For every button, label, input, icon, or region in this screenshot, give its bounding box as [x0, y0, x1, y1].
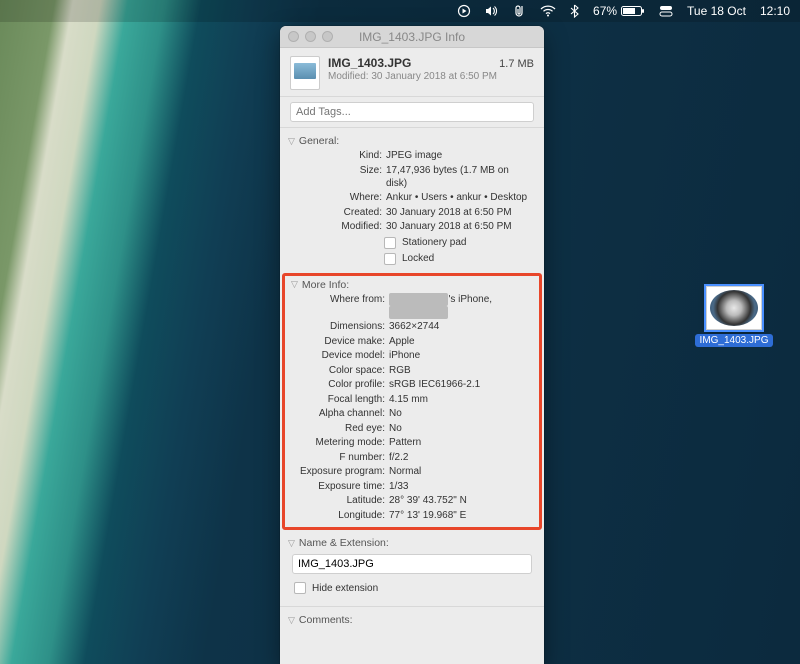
modified-value: 30 January 2018 at 6:50 PM [386, 220, 532, 233]
tags-row [280, 97, 544, 128]
disclosure-icon: ▽ [291, 279, 298, 290]
get-info-window: IMG_1403.JPG Info IMG_1403.JPG 1.7 MB Mo… [280, 26, 544, 664]
more-info-highlight: ▽ More Info: Where from:████ ████'s iPho… [282, 273, 542, 531]
focallength-value: 4.15 mm [389, 393, 529, 406]
section-name-ext: ▽ Name & Extension: Hide extension [280, 530, 544, 606]
name-ext-input[interactable] [292, 554, 532, 574]
wifi-icon[interactable] [540, 5, 556, 17]
stationery-checkbox[interactable] [384, 237, 396, 249]
locked-checkbox[interactable] [384, 253, 396, 265]
section-general: ▽ General: Kind:JPEG image Size:17,47,93… [280, 128, 544, 273]
header-size: 1.7 MB [499, 58, 534, 70]
playback-icon[interactable] [457, 4, 471, 18]
bluetooth-icon[interactable] [570, 4, 579, 18]
window-title: IMG_1403.JPG Info [359, 30, 465, 44]
metering-value: Pattern [389, 436, 529, 449]
battery-percentage: 67% [593, 4, 617, 18]
file-thumbnail [706, 286, 762, 330]
wherefrom-value: ████ ████'s iPhone,████ ████ [389, 293, 529, 319]
section-heading-comments[interactable]: ▽ Comments: [282, 611, 542, 628]
disclosure-icon: ▽ [288, 615, 295, 626]
paperclip-icon[interactable] [514, 4, 526, 18]
size-value: 17,47,936 bytes (1.7 MB on disk) [386, 164, 532, 190]
disclosure-icon: ▽ [288, 538, 295, 549]
menubar-date[interactable]: Tue 18 Oct [687, 4, 746, 18]
kind-value: JPEG image [386, 149, 532, 162]
hide-extension-checkbox[interactable] [294, 582, 306, 594]
file-name-label: IMG_1403.JPG [695, 334, 774, 347]
fnumber-value: f/2.2 [389, 451, 529, 464]
exposureprog-value: Normal [389, 465, 529, 478]
file-icon [290, 56, 320, 90]
titlebar[interactable]: IMG_1403.JPG Info [280, 26, 544, 48]
devicemodel-value: iPhone [389, 349, 529, 362]
longitude-value: 77° 13' 19.968" E [389, 509, 529, 522]
where-value: Ankur • Users • ankur • Desktop [386, 191, 532, 204]
section-heading-nameext[interactable]: ▽ Name & Extension: [282, 534, 542, 551]
disclosure-icon: ▽ [288, 136, 295, 147]
toggle-icon[interactable] [659, 5, 673, 17]
redeye-value: No [389, 422, 529, 435]
colorprofile-value: sRGB IEC61966-2.1 [389, 378, 529, 391]
devicemake-value: Apple [389, 335, 529, 348]
created-value: 30 January 2018 at 6:50 PM [386, 206, 532, 219]
section-comments: ▽ Comments: [280, 607, 544, 634]
menubar: 67% Tue 18 Oct 12:10 [0, 0, 800, 22]
exposuretime-value: 1/33 [389, 480, 529, 493]
desktop-file-item[interactable]: IMG_1403.JPG [702, 286, 766, 347]
colorspace-value: RGB [389, 364, 529, 377]
header-filename: IMG_1403.JPG [328, 56, 411, 70]
tags-input[interactable] [290, 102, 534, 122]
battery-status[interactable]: 67% [593, 4, 645, 18]
dimensions-value: 3662×2744 [389, 320, 529, 333]
header-modified: Modified: 30 January 2018 at 6:50 PM [328, 71, 534, 82]
section-heading-moreinfo[interactable]: ▽ More Info: [285, 276, 539, 293]
section-heading-general[interactable]: ▽ General: [282, 132, 542, 149]
info-header: IMG_1403.JPG 1.7 MB Modified: 30 January… [280, 48, 544, 97]
alpha-value: No [389, 407, 529, 420]
volume-icon[interactable] [485, 4, 500, 18]
latitude-value: 28° 39' 43.752" N [389, 494, 529, 507]
menubar-time[interactable]: 12:10 [760, 4, 790, 18]
